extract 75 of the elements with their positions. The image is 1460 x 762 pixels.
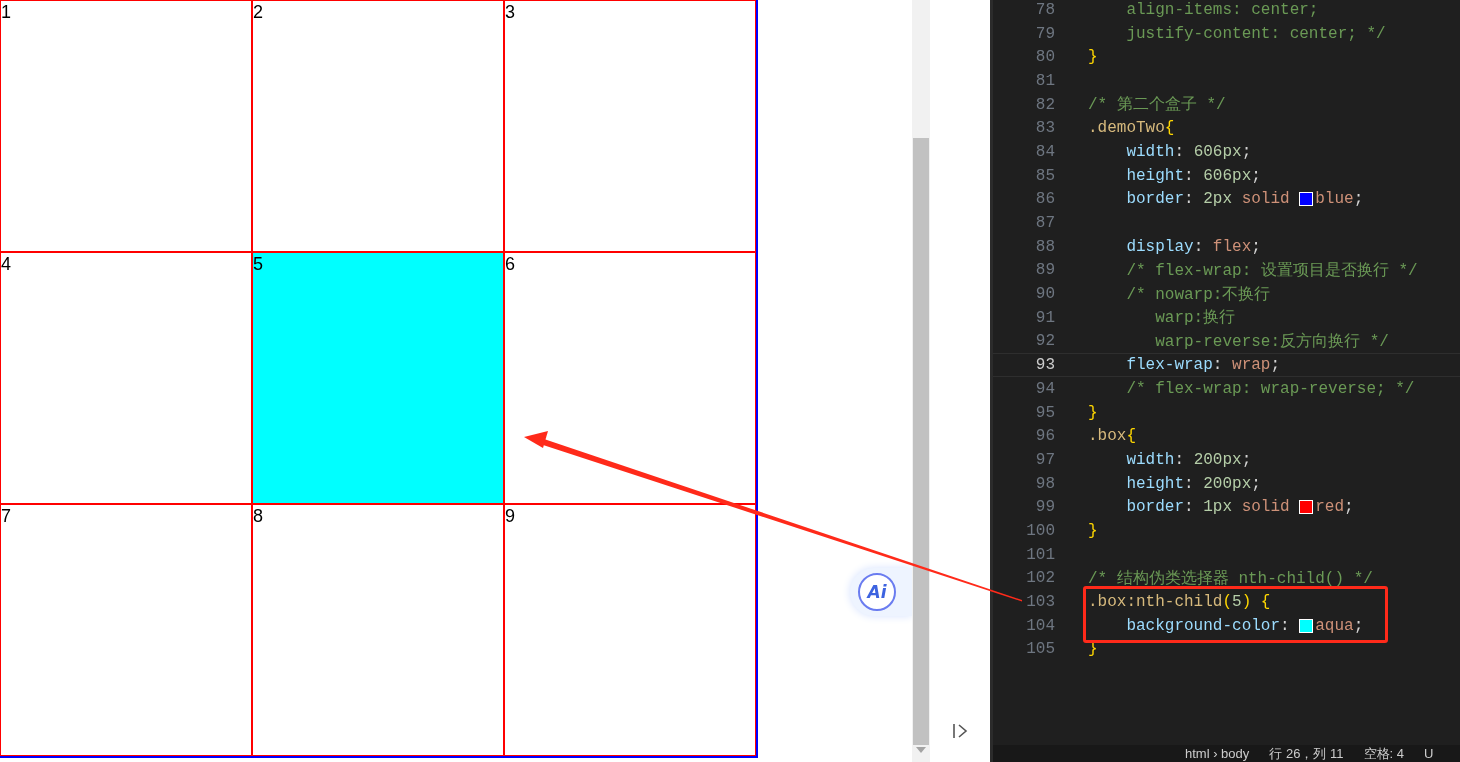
code-text: border: 2px solid	[1125, 190, 1291, 209]
line-number: 90	[1034, 285, 1055, 304]
box-number: 2	[253, 1, 263, 23]
line-number: 104	[1025, 616, 1055, 635]
code-text: red;	[1315, 498, 1354, 517]
line-number: 103	[1025, 593, 1055, 612]
status-item[interactable]: U	[1423, 746, 1434, 761]
color-swatch-icon[interactable]	[1299, 500, 1314, 515]
code-text: width: 606px;	[1125, 142, 1252, 161]
code-text: border: 1px solid	[1125, 498, 1291, 517]
expand-icon[interactable]	[951, 722, 969, 740]
line-number: 86	[1034, 190, 1055, 209]
line-number: 88	[1034, 237, 1055, 256]
code-text: height: 606px;	[1125, 166, 1261, 185]
ai-button[interactable]: Ai	[858, 573, 896, 611]
code-text: }	[1088, 521, 1098, 540]
line-number: 98	[1034, 474, 1055, 493]
line-number: 89	[1034, 261, 1055, 280]
line-number: 92	[1034, 332, 1055, 351]
line-number: 87	[1034, 214, 1055, 233]
line-number: 97	[1034, 450, 1055, 469]
code-text: /* flex-wrap: wrap-reverse; */	[1125, 379, 1415, 398]
line-number: 83	[1034, 119, 1055, 138]
code-text: aqua;	[1315, 616, 1364, 635]
line-number: 79	[1034, 24, 1055, 43]
line-number: 101	[1025, 545, 1055, 564]
code-text: }	[1088, 403, 1098, 422]
box-number: 6	[505, 253, 515, 275]
box-number: 3	[505, 1, 515, 23]
code-text: height: 200px;	[1125, 474, 1261, 493]
line-number: 81	[1034, 71, 1055, 90]
code-text: .box:nth-child(5) {	[1088, 593, 1271, 612]
line-number: 78	[1034, 0, 1055, 19]
line-number: 102	[1025, 569, 1055, 588]
code-text: .demoTwo{	[1088, 119, 1175, 138]
status-item[interactable]: 行 26，列 11	[1269, 745, 1344, 762]
color-swatch-icon[interactable]	[1299, 618, 1314, 633]
code-text: flex-wrap: wrap;	[1125, 356, 1281, 375]
line-number: 85	[1034, 166, 1055, 185]
line-number: 91	[1034, 308, 1055, 327]
code-text: /* 结构伪类选择器 nth-child() */	[1088, 568, 1373, 589]
code-text: /* 第二个盒子 */	[1088, 95, 1226, 116]
box-number: 7	[1, 505, 11, 527]
box-number: 8	[253, 505, 263, 527]
code-text: /* nowarp:不换行	[1125, 284, 1271, 305]
code-text: .box{	[1088, 427, 1136, 446]
line-number: 82	[1034, 95, 1055, 114]
line-number: 100	[1025, 521, 1055, 540]
code-text: warp-reverse:反方向换行 */	[1154, 331, 1389, 352]
line-number: 96	[1034, 427, 1055, 446]
line-number: 99	[1034, 498, 1055, 517]
code-text: /* flex-wrap: 设置项目是否换行 */	[1125, 260, 1418, 281]
code-text: align-items: center;	[1125, 0, 1319, 19]
code-text: background-color:	[1125, 616, 1291, 635]
box-number: 4	[1, 253, 11, 275]
box-number: 5	[253, 253, 263, 275]
code-text: width: 200px;	[1125, 450, 1252, 469]
code-text: display: flex;	[1125, 237, 1261, 256]
scrollbar-thumb[interactable]	[913, 138, 929, 745]
code-text: justify-content: center; */	[1125, 24, 1386, 43]
line-number: 84	[1034, 142, 1055, 161]
code-text: }	[1088, 48, 1098, 67]
box-number: 9	[505, 505, 515, 527]
status-item[interactable]: 空格: 4	[1363, 745, 1404, 762]
line-number: 94	[1034, 379, 1055, 398]
status-item[interactable]: html › body	[1185, 746, 1250, 761]
color-swatch-icon[interactable]	[1299, 192, 1314, 207]
line-number: 80	[1034, 48, 1055, 67]
line-number: 105	[1025, 640, 1055, 659]
code-text: blue;	[1315, 190, 1364, 209]
line-number: 93	[1034, 356, 1055, 375]
code-text: warp:换行	[1154, 308, 1236, 329]
box-number: 1	[1, 1, 11, 23]
scrollbar[interactable]	[912, 0, 930, 762]
line-number: 95	[1034, 403, 1055, 422]
